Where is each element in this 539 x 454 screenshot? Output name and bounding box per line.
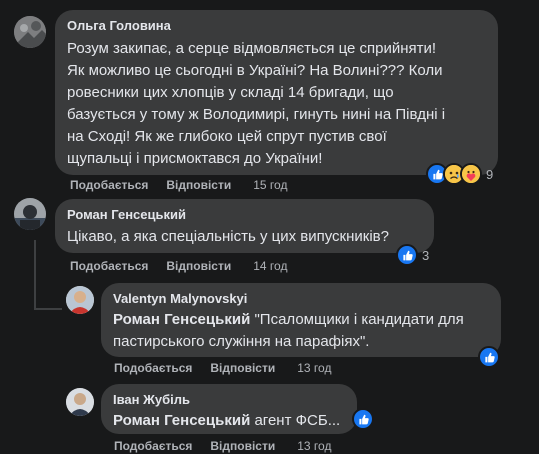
like-button[interactable]: Подобається	[70, 258, 148, 274]
avatar[interactable]	[14, 198, 46, 230]
comment-text: Роман Генсецький "Псаломщики і кандидати…	[113, 311, 464, 350]
reply-thread-connector	[34, 308, 62, 310]
reaction-summary[interactable]	[352, 408, 374, 430]
reaction-summary[interactable]: 3	[396, 244, 429, 266]
reply-button[interactable]: Відповісти	[166, 177, 231, 193]
mention-link[interactable]: Роман Генсецький	[113, 412, 250, 429]
reply-button[interactable]: Відповісти	[210, 360, 275, 376]
reply-button[interactable]: Відповісти	[210, 438, 275, 454]
comment-author[interactable]: Valentyn Malynovskyi	[113, 291, 489, 307]
like-reaction-icon	[396, 244, 418, 266]
timestamp[interactable]: 14 год	[253, 258, 287, 274]
mention-link[interactable]: Роман Генсецький	[113, 311, 250, 328]
like-button[interactable]: Подобається	[114, 438, 192, 454]
reaction-count: 9	[486, 166, 494, 182]
comment-bubble: Роман Генсецький Цікаво, а яка спеціальн…	[55, 199, 434, 253]
like-button[interactable]: Подобається	[70, 177, 148, 193]
timestamp[interactable]: 13 год	[297, 438, 331, 454]
comment-author[interactable]: Роман Генсецький	[67, 207, 422, 223]
comment-actions: Подобається Відповісти 14 год	[70, 258, 305, 274]
care-reaction-icon	[460, 163, 482, 185]
reply-bubble: Valentyn Malynovskyi Роман Генсецький "П…	[101, 283, 501, 357]
comment-text: Цікаво, а яка спеціальність у цих випуск…	[67, 228, 389, 245]
reaction-summary[interactable]: 9	[426, 163, 493, 185]
timestamp[interactable]: 15 год	[253, 177, 287, 193]
like-reaction-icon	[352, 408, 374, 430]
comment-author[interactable]: Ольга Головина	[67, 18, 486, 34]
reply-thread-line	[34, 240, 36, 310]
reaction-summary[interactable]	[478, 346, 500, 368]
comment-text: Розум закипає, а серце відмовляється це …	[67, 40, 446, 167]
reply-button[interactable]: Відповісти	[166, 258, 231, 274]
timestamp[interactable]: 13 год	[297, 360, 331, 376]
comment-author[interactable]: Іван Жубіль	[113, 392, 345, 408]
avatar[interactable]	[14, 16, 46, 48]
avatar[interactable]	[66, 388, 94, 416]
like-button[interactable]: Подобається	[114, 360, 192, 376]
like-reaction-icon	[478, 346, 500, 368]
comment-actions: Подобається Відповісти 13 год	[114, 438, 349, 454]
reply-bubble: Іван Жубіль Роман Генсецький агент ФСБ..…	[101, 384, 357, 434]
comment-actions: Подобається Відповісти 15 год	[70, 177, 305, 193]
comment-text: Роман Генсецький агент ФСБ...	[113, 412, 341, 429]
comment-bubble: Ольга Головина Розум закипає, а серце ві…	[55, 10, 498, 175]
avatar[interactable]	[66, 286, 94, 314]
comment-actions: Подобається Відповісти 13 год	[114, 360, 349, 376]
reaction-count: 3	[422, 247, 430, 263]
